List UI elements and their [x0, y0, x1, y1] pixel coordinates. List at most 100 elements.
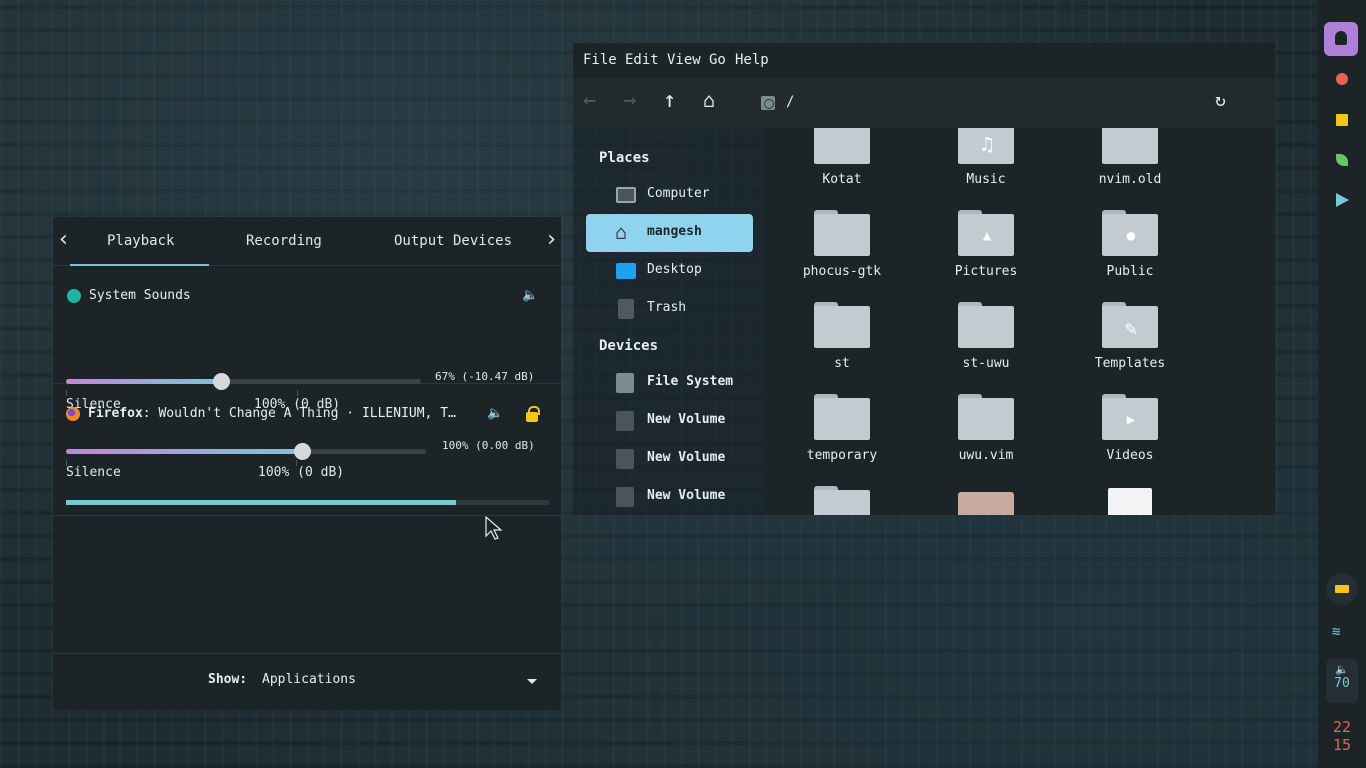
- lock-channels-icon[interactable]: [526, 406, 540, 422]
- location-path[interactable]: /: [786, 94, 794, 110]
- folder-name: temporary: [806, 448, 878, 463]
- tab-scroll-left-icon[interactable]: ‹: [57, 227, 70, 252]
- chevron-down-icon[interactable]: [527, 679, 537, 684]
- forward-arrow-icon[interactable]: →: [623, 90, 636, 112]
- video-icon: ▶: [1126, 412, 1136, 428]
- mouse-cursor-icon: [485, 516, 503, 540]
- speaker-icon: [67, 289, 81, 303]
- tab-recording[interactable]: Recording: [246, 233, 322, 249]
- templates-folder-icon: ✎: [1102, 302, 1158, 348]
- folder-name: phocus-gtk: [802, 264, 882, 279]
- sidebar-item-label: New Volume: [647, 412, 726, 427]
- right-panel: ≋ 🔈 70 22 15: [1318, 0, 1366, 768]
- sidebar-item-label: New Volume: [647, 488, 726, 503]
- sidebar-item-new-volume[interactable]: New Volume: [586, 402, 753, 440]
- mute-icon[interactable]: 🔈: [522, 288, 538, 303]
- tab-playback[interactable]: Playback: [107, 233, 174, 249]
- folder-icon: [814, 210, 870, 256]
- document-icon: [1108, 488, 1152, 515]
- folder-item[interactable]: temporary: [777, 394, 907, 486]
- sidebar-item-new-volume[interactable]: New Volume: [586, 478, 753, 515]
- folder-item[interactable]: Kotat: [777, 128, 907, 210]
- sidebar-item-label: Trash: [647, 300, 687, 315]
- menu-go[interactable]: Go: [709, 52, 726, 68]
- folder-icon: [814, 128, 870, 164]
- folder-item[interactable]: ● Public: [1065, 210, 1195, 302]
- volume-slider[interactable]: [66, 443, 426, 460]
- mute-icon[interactable]: 🔈: [487, 406, 503, 421]
- menu-view[interactable]: View: [667, 52, 701, 68]
- sidebar-item-mangesh[interactable]: ⌂ mangesh: [586, 214, 753, 252]
- folder-item[interactable]: ▲ Pictures: [921, 210, 1051, 302]
- sidebar-item-new-volume[interactable]: New Volume: [586, 440, 753, 478]
- folder-item[interactable]: phocus-gtk: [777, 210, 907, 302]
- folder-item[interactable]: [777, 486, 907, 515]
- menu-file[interactable]: File: [583, 52, 617, 68]
- volume-readout: 100% (0.00 dB): [442, 439, 535, 452]
- drive-icon[interactable]: [761, 96, 775, 110]
- volume-control-window: ‹ Playback Recording Output Devices › Sy…: [53, 217, 561, 710]
- folder-item[interactable]: ✎ Templates: [1065, 302, 1195, 394]
- sidebar-item-desktop[interactable]: Desktop: [586, 252, 753, 290]
- volume-slider-handle[interactable]: [293, 443, 311, 460]
- clock-minute: 15: [1332, 736, 1352, 754]
- folder-icon: [814, 486, 870, 515]
- volume-indicator[interactable]: 🔈 70: [1326, 659, 1358, 703]
- folder-item[interactable]: nvim.old: [1065, 128, 1195, 210]
- tab-scroll-right-icon[interactable]: ›: [545, 227, 558, 252]
- reload-icon[interactable]: ↻: [1215, 92, 1226, 110]
- drive-icon: [616, 487, 634, 507]
- sidebar-item-trash[interactable]: Trash: [586, 290, 753, 328]
- battery-icon[interactable]: [1326, 573, 1358, 605]
- stream-system-sounds: System Sounds 🔈 67% (-10.47 dB) Silence …: [53, 266, 561, 412]
- folder-item[interactable]: uwu.vim: [921, 394, 1051, 486]
- telegram-icon[interactable]: [1336, 193, 1349, 207]
- music-icon: ♫: [980, 132, 994, 156]
- folder-item[interactable]: st: [777, 302, 907, 394]
- archive-icon: [958, 492, 1014, 515]
- stream-media-title: : Wouldn't Change A Thing · ILLENIUM, T…: [142, 406, 456, 421]
- home-icon[interactable]: ⌂: [703, 90, 715, 110]
- back-arrow-icon[interactable]: ←: [583, 90, 596, 112]
- folder-item[interactable]: ♫ Music: [921, 128, 1051, 210]
- stream-name: System Sounds: [89, 288, 191, 303]
- menu-edit[interactable]: Edit: [625, 52, 659, 68]
- mark-100-percent: 100% (0 dB): [258, 465, 345, 480]
- mark-silence: Silence: [66, 465, 121, 480]
- wifi-icon[interactable]: ≋: [1332, 624, 1340, 640]
- leaf-icon[interactable]: [1336, 154, 1348, 166]
- archive-item[interactable]: [921, 486, 1051, 515]
- sidebar-item-label: File System: [647, 374, 734, 389]
- sidebar-item-label: Computer: [647, 186, 710, 201]
- folder-name: Pictures: [954, 264, 1018, 279]
- volume-slider-fill: [66, 449, 302, 454]
- devices-header: Devices: [599, 338, 659, 354]
- folder-item[interactable]: st-uwu: [921, 302, 1051, 394]
- videos-folder-icon: ▶: [1102, 394, 1158, 440]
- folder-name: uwu.vim: [958, 448, 1014, 463]
- show-dropdown[interactable]: Applications: [262, 672, 356, 687]
- home-icon: ⌂: [615, 220, 628, 244]
- image-icon: ▲: [982, 228, 992, 244]
- folder-icon: [958, 302, 1014, 348]
- folder-icon[interactable]: [1336, 114, 1348, 126]
- pictures-folder-icon: ▲: [958, 210, 1014, 256]
- menu-bar: File Edit View Go Help: [573, 43, 1275, 78]
- folder-name: Music: [966, 172, 1006, 187]
- tab-output-devices[interactable]: Output Devices: [394, 233, 512, 249]
- person-icon: ●: [1126, 228, 1136, 244]
- stream-app-name: Firefox: [88, 406, 143, 421]
- volume-level: 70: [1334, 676, 1350, 691]
- sidebar-item-file-system[interactable]: File System: [586, 364, 753, 402]
- ghost-icon[interactable]: [1324, 22, 1358, 56]
- up-arrow-icon[interactable]: ↑: [663, 90, 676, 112]
- folder-item[interactable]: ▶ Videos: [1065, 394, 1195, 486]
- file-item[interactable]: [1065, 486, 1195, 515]
- menu-help[interactable]: Help: [735, 52, 769, 68]
- firefox-icon[interactable]: [1336, 73, 1348, 85]
- folder-name: Kotat: [822, 172, 862, 187]
- folder-icon: [814, 394, 870, 440]
- sidebar-item-computer[interactable]: Computer: [586, 176, 753, 214]
- file-grid: Kotat ♫ Music nvim.old phocus-gtk ▲ Pict…: [765, 128, 1275, 515]
- stream-name: Firefox: Wouldn't Change A Thing · ILLEN…: [88, 406, 456, 421]
